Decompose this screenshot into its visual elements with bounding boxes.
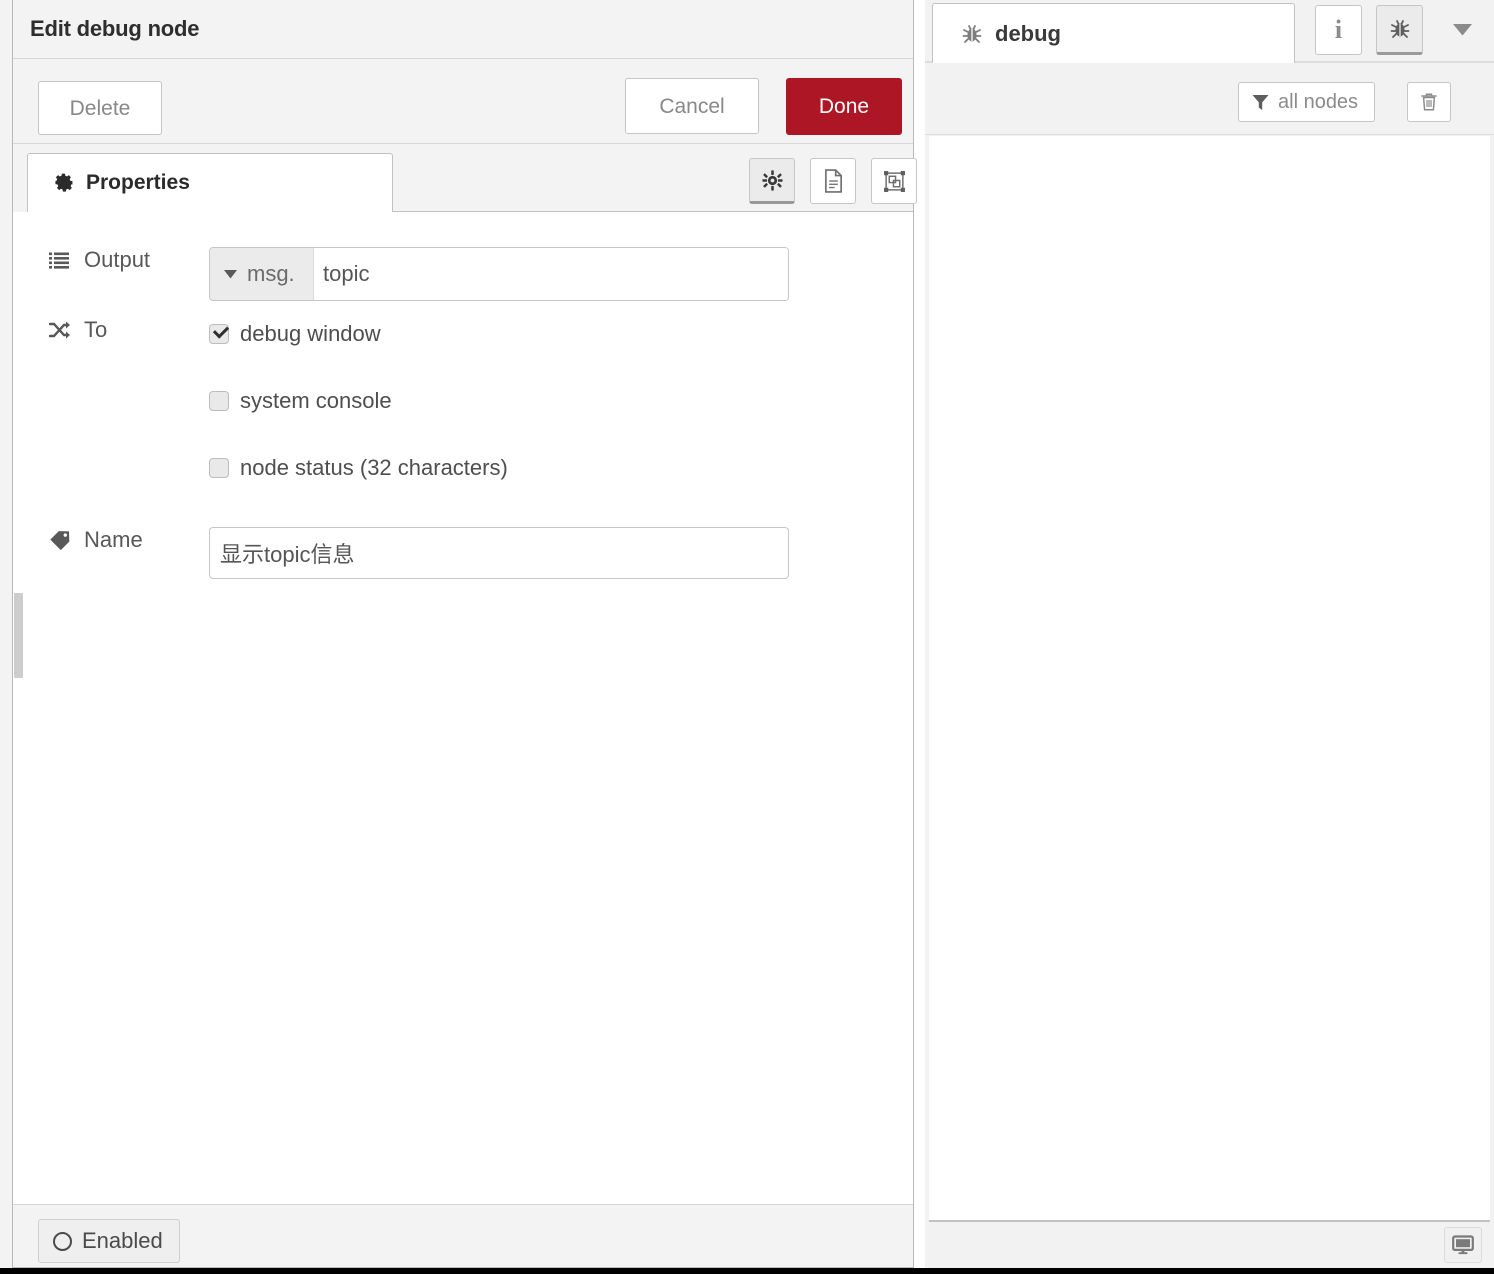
checkbox-box[interactable] bbox=[209, 391, 229, 411]
checkbox-label: system console bbox=[240, 388, 392, 413]
tab-icon-appearance[interactable] bbox=[871, 158, 917, 204]
checkbox-box[interactable] bbox=[209, 458, 229, 478]
form-row-output: Output msg. bbox=[13, 247, 789, 301]
to-checkbox-group: debug window system console node status … bbox=[209, 317, 508, 485]
tag-icon bbox=[49, 530, 75, 550]
sidebar-menu-button[interactable] bbox=[1440, 5, 1484, 55]
edit-debug-node-dialog: Edit debug node Delete Cancel Done Prope… bbox=[12, 0, 938, 1268]
appearance-icon bbox=[883, 170, 905, 192]
list-icon bbox=[49, 252, 75, 269]
caret-down-icon bbox=[1452, 24, 1472, 36]
checkbox-box[interactable] bbox=[209, 324, 229, 344]
dialog-footer: Enabled bbox=[13, 1205, 913, 1267]
form-row-to: To debug window system console node stat… bbox=[13, 317, 508, 485]
sidebar-footer bbox=[925, 1224, 1494, 1268]
output-label: Output bbox=[84, 247, 151, 272]
filter-button[interactable]: all nodes bbox=[1238, 82, 1376, 122]
output-typed-input[interactable]: msg. bbox=[209, 247, 789, 301]
caret-down-icon bbox=[224, 269, 237, 279]
checkbox-label: node status (32 characters) bbox=[240, 455, 508, 480]
node-red-editor-screen: Edit debug node Delete Cancel Done Prope… bbox=[0, 0, 1494, 1274]
enabled-toggle-label: Enabled bbox=[82, 1228, 163, 1253]
gear-icon bbox=[54, 172, 76, 194]
left-gutter bbox=[0, 0, 12, 1268]
sidebar-tab-bar: debug i bbox=[925, 0, 1494, 63]
sidebar-tab-label: debug bbox=[995, 20, 1061, 46]
checkbox-label: debug window bbox=[240, 321, 381, 346]
funnel-icon bbox=[1252, 94, 1269, 111]
delete-button[interactable]: Delete bbox=[38, 81, 162, 135]
debug-toolbar: all nodes bbox=[925, 63, 1494, 135]
gear-icon bbox=[761, 169, 783, 191]
done-button[interactable]: Done bbox=[786, 78, 902, 135]
random-icon bbox=[49, 320, 75, 340]
trash-icon bbox=[1420, 92, 1438, 112]
debug-sidebar: debug i all nodes bbox=[925, 0, 1494, 1268]
window-bottom-edge bbox=[0, 1268, 1494, 1274]
bug-icon bbox=[961, 23, 983, 45]
tab-properties-label: Properties bbox=[86, 171, 190, 194]
page-title: Edit debug node bbox=[30, 16, 200, 41]
enabled-toggle-button[interactable]: Enabled bbox=[38, 1219, 180, 1263]
cancel-button[interactable]: Cancel bbox=[625, 78, 759, 134]
dialog-form-body: Output msg. topic To debug window system… bbox=[13, 212, 913, 1205]
clear-messages-button[interactable] bbox=[1407, 82, 1451, 122]
dialog-title-bar: Edit debug node bbox=[13, 0, 913, 59]
tab-properties[interactable]: Properties bbox=[27, 153, 393, 212]
checkbox-system-console[interactable]: system console bbox=[209, 384, 508, 418]
tab-icon-gear[interactable] bbox=[749, 158, 795, 204]
sidebar-tab-debug[interactable]: debug bbox=[932, 3, 1295, 63]
checkbox-node-status[interactable]: node status (32 characters) bbox=[209, 451, 508, 485]
sidebar-info-button[interactable]: i bbox=[1315, 5, 1362, 55]
bug-icon bbox=[1390, 20, 1409, 38]
document-icon bbox=[824, 169, 842, 193]
form-row-name: Name bbox=[13, 527, 789, 579]
canvas-resize-handle[interactable] bbox=[14, 593, 23, 678]
output-label-group: Output bbox=[13, 247, 209, 273]
output-type-select[interactable]: msg. bbox=[210, 248, 314, 300]
to-label-group: To bbox=[13, 317, 209, 343]
info-icon: i bbox=[1334, 15, 1343, 44]
monitor-icon bbox=[1452, 1235, 1474, 1255]
checkbox-debug-window[interactable]: debug window bbox=[209, 317, 508, 351]
to-label: To bbox=[84, 317, 108, 342]
filter-label: all nodes bbox=[1278, 90, 1359, 113]
debug-message-list[interactable] bbox=[929, 136, 1490, 1222]
sidebar-debug-button[interactable] bbox=[1376, 5, 1423, 55]
tab-icon-document[interactable] bbox=[810, 158, 856, 204]
name-label-group: Name bbox=[13, 527, 209, 553]
name-input[interactable] bbox=[209, 527, 789, 579]
output-value-input[interactable] bbox=[314, 248, 788, 300]
dialog-toolbar: Delete Cancel Done bbox=[13, 59, 913, 144]
dialog-tab-strip: Properties bbox=[13, 144, 917, 212]
name-label: Name bbox=[84, 527, 143, 552]
open-in-window-button[interactable] bbox=[1444, 1227, 1482, 1263]
circle-icon bbox=[53, 1231, 72, 1251]
output-type-prefix: msg. bbox=[247, 261, 295, 286]
